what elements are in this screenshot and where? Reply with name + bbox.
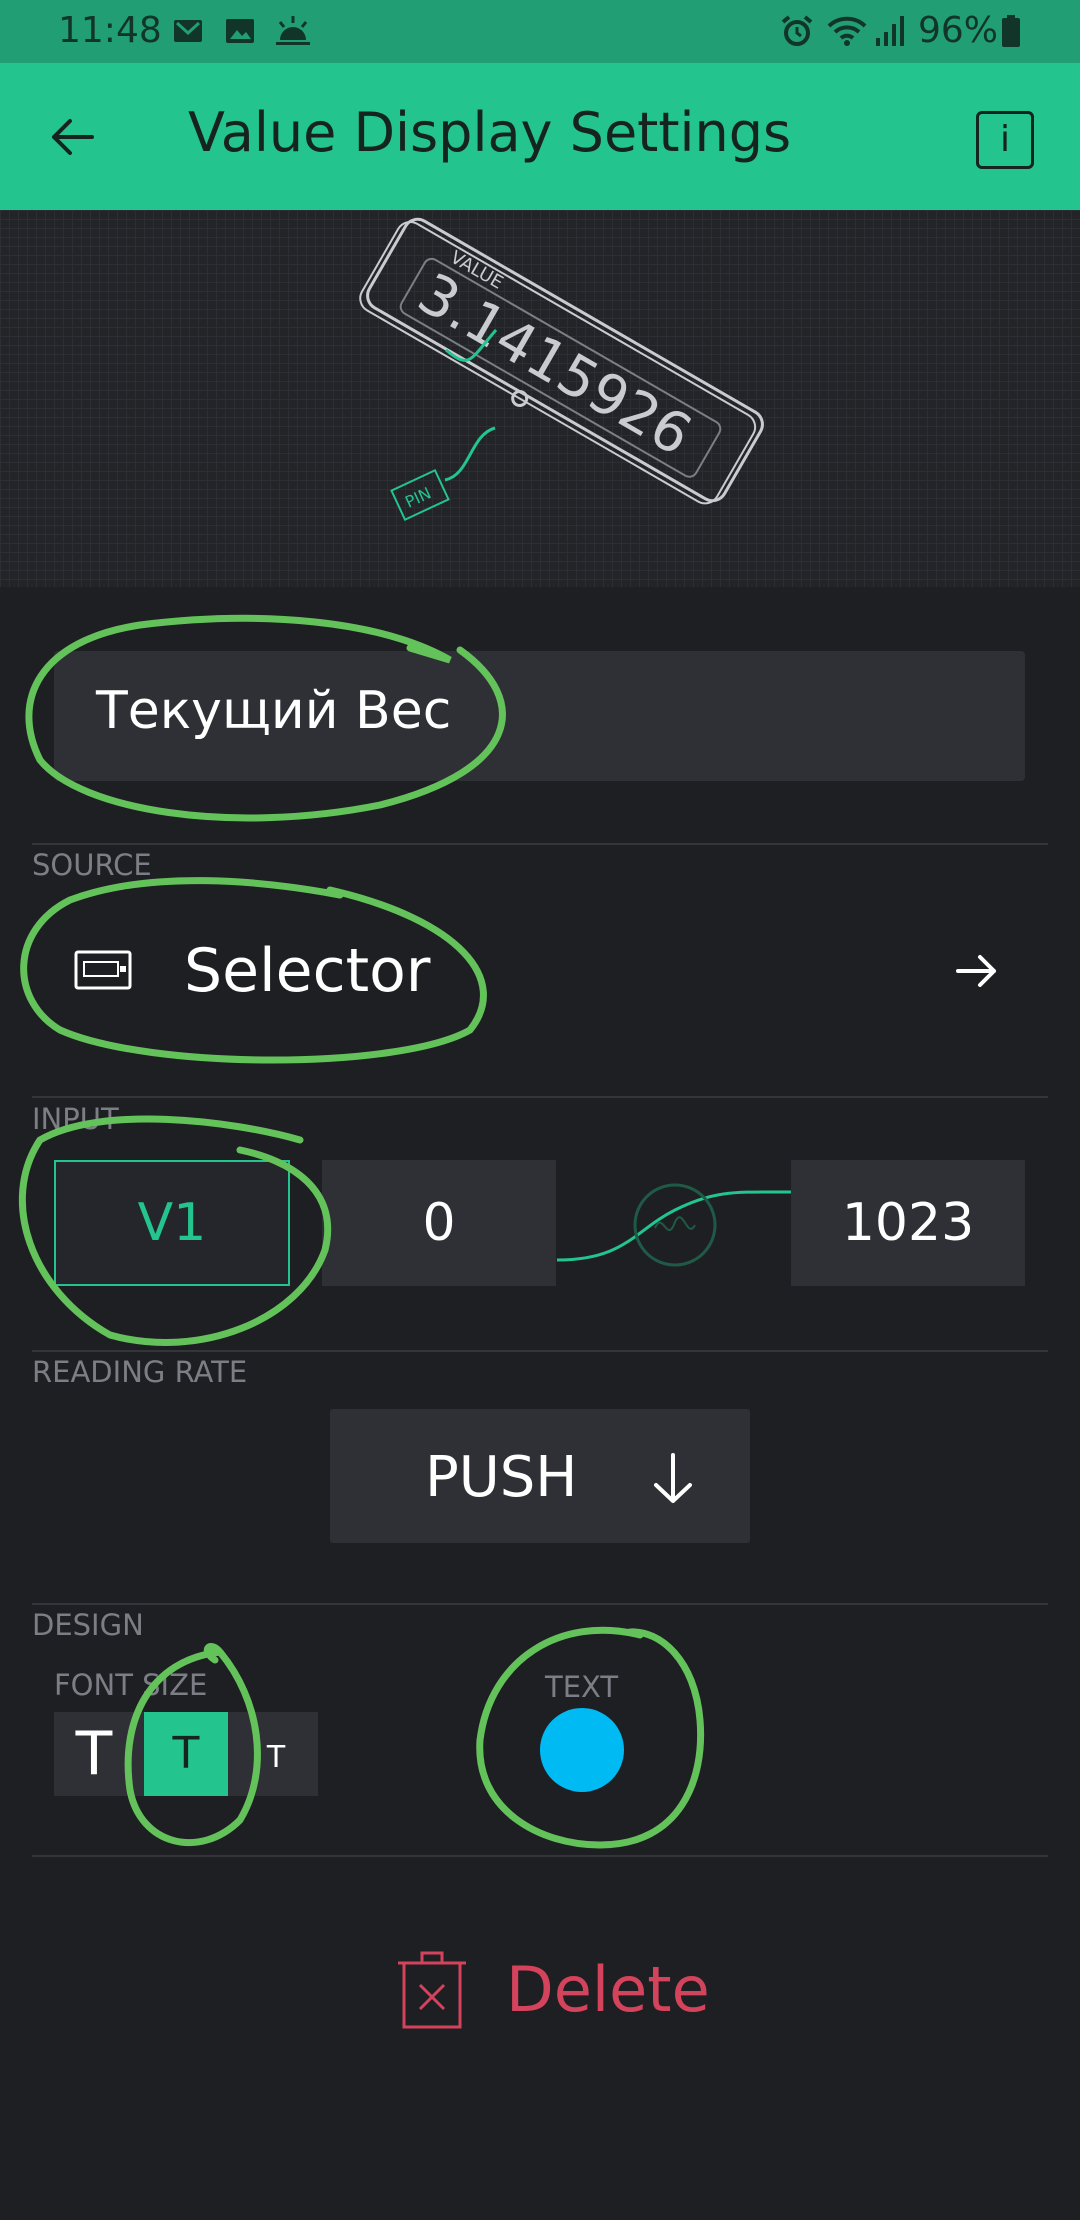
font-size-label: FONT SIZE xyxy=(54,1668,208,1702)
widget-name-value: Текущий Вес xyxy=(96,681,452,741)
preview-widget-value: 3.1415926 xyxy=(407,261,702,469)
app-bar: Value Display Settings i xyxy=(0,63,1080,210)
font-size-medium[interactable]: T xyxy=(144,1712,228,1796)
page-title: Value Display Settings xyxy=(188,101,792,164)
arrow-left-icon[interactable] xyxy=(44,109,104,165)
source-value: Selector xyxy=(184,936,431,1006)
min-value-input[interactable]: 0 xyxy=(322,1160,556,1286)
widget-preview: VALUE 3.1415926 PIN xyxy=(0,210,1080,587)
divider xyxy=(32,1350,1048,1352)
pin-selector[interactable]: V1 xyxy=(54,1160,290,1286)
delete-label: Delete xyxy=(506,1953,710,2026)
delete-button[interactable]: Delete xyxy=(398,1945,710,2065)
font-size-small[interactable]: T xyxy=(234,1712,318,1796)
max-value-input[interactable]: 1023 xyxy=(791,1160,1025,1286)
font-size-selector: T T T xyxy=(54,1712,318,1796)
wifi-icon xyxy=(827,16,867,46)
battery-icon xyxy=(1002,15,1020,47)
weather-icon xyxy=(276,16,310,45)
alarm-icon xyxy=(781,15,813,46)
battery-percent: 96% xyxy=(918,10,999,51)
signal-icon xyxy=(876,16,904,46)
image-icon xyxy=(226,19,254,43)
trash-icon xyxy=(398,1951,466,2029)
status-bar: 11:48 96% xyxy=(0,0,1080,63)
design-label: DESIGN xyxy=(32,1608,144,1642)
reading-rate-label: READING RATE xyxy=(32,1355,248,1389)
reading-rate-value: PUSH xyxy=(425,1445,578,1510)
device-icon xyxy=(74,950,132,990)
divider xyxy=(32,1096,1048,1098)
arrow-down-icon xyxy=(654,1453,692,1503)
divider xyxy=(32,1603,1048,1605)
mapping-curve-icon xyxy=(556,1183,791,1267)
divider xyxy=(32,843,1048,845)
font-size-large[interactable]: T xyxy=(54,1712,134,1796)
gmail-icon xyxy=(174,20,202,42)
status-time: 11:48 xyxy=(58,10,162,51)
text-color-label: TEXT xyxy=(545,1670,619,1704)
value-display-illustration: VALUE 3.1415926 PIN xyxy=(359,217,764,521)
source-selector[interactable]: Selector xyxy=(32,880,1048,1060)
input-label: INPUT xyxy=(32,1102,119,1136)
widget-name-input[interactable]: Текущий Вес xyxy=(54,651,1025,781)
reading-rate-dropdown[interactable]: PUSH xyxy=(330,1409,750,1543)
text-color-swatch[interactable] xyxy=(540,1708,624,1792)
arrow-right-icon xyxy=(956,955,996,987)
info-button[interactable]: i xyxy=(976,111,1034,169)
divider xyxy=(32,1855,1048,1857)
source-label: SOURCE xyxy=(32,848,152,882)
